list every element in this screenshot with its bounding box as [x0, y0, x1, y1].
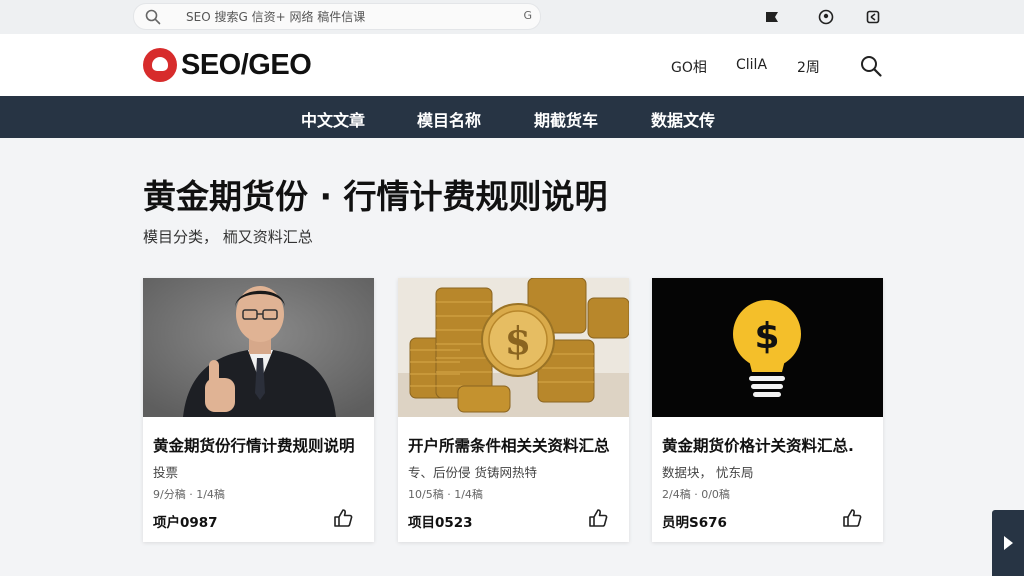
card-title[interactable]: 黄金期货份行情计费规则说明	[153, 434, 355, 456]
nav-item-4[interactable]: 数据文传	[651, 107, 715, 131]
card-title[interactable]: 黄金期货价格计关资料汇总.	[662, 434, 854, 456]
page-title: 黄金期货份 · 行情计费规则说明	[143, 177, 608, 216]
card-id: 项户0987	[153, 515, 218, 531]
top-utility-bar: SEO 搜索G 信资+ 网络 稿件信课 G	[0, 0, 1024, 34]
share-icon[interactable]	[864, 8, 882, 26]
top-search-suffix: G	[523, 9, 532, 22]
card-date: 9/分稿 · 1/4稿	[153, 488, 225, 501]
card-image-businessman	[143, 278, 374, 417]
nav-item-3[interactable]: 期截货车	[534, 107, 598, 131]
nav-item-2[interactable]: 模目名称	[417, 107, 481, 131]
next-page-button[interactable]	[992, 510, 1024, 576]
top-search-text: SEO 搜索G 信资+ 网络 稿件信课	[186, 10, 366, 24]
svg-text:$: $	[505, 318, 531, 363]
header-link-3[interactable]: 2周	[797, 57, 820, 77]
flag-icon[interactable]	[763, 8, 781, 26]
main-nav: 中文文章 模目名称 期截货车 数据文传	[0, 96, 1024, 138]
svg-text:$: $	[754, 316, 779, 357]
card-image-lightbulb: $	[652, 278, 883, 417]
header-link-2[interactable]: ClilA	[736, 57, 767, 73]
thumbs-up-icon[interactable]	[841, 507, 863, 529]
article-card[interactable]: $ 开户所需条件相关关资料汇总 专、后份侵 货铸网热特 10/5稿 · 1/4稿…	[398, 278, 629, 542]
header-search-icon[interactable]	[859, 54, 883, 78]
card-id: 员明S676	[662, 515, 727, 531]
card-tags: 数据块， 忧东局	[662, 465, 754, 480]
thumbs-up-icon[interactable]	[332, 507, 354, 529]
card-image-gold-coins: $	[398, 278, 629, 417]
search-icon	[145, 9, 161, 25]
page-subtitle: 模目分类， 栭又资料汇总	[143, 228, 313, 246]
nav-item-1[interactable]: 中文文章	[301, 107, 365, 131]
thumbs-up-icon[interactable]	[587, 507, 609, 529]
card-id: 项目0523	[408, 515, 473, 531]
top-search-box[interactable]: SEO 搜索G 信资+ 网络 稿件信课 G	[134, 4, 540, 29]
site-header: SEO/GEO GO相 ClilA 2周	[0, 34, 1024, 96]
logo-text: SEO/GEO	[181, 48, 312, 81]
article-card[interactable]: 黄金期货份行情计费规则说明 投票 9/分稿 · 1/4稿 项户0987	[143, 278, 374, 542]
site-logo[interactable]: SEO/GEO	[143, 47, 312, 83]
card-date: 2/4稿 · 0/0稿	[662, 488, 730, 501]
article-card[interactable]: $ 黄金期货价格计关资料汇总. 数据块， 忧东局 2/4稿 · 0/0稿 员明S…	[652, 278, 883, 542]
card-tags: 专、后份侵 货铸网热特	[408, 465, 537, 480]
user-circle-icon[interactable]	[817, 8, 835, 26]
card-title[interactable]: 开户所需条件相关关资料汇总	[408, 434, 610, 456]
logo-mark-icon	[143, 48, 177, 82]
card-tags: 投票	[153, 465, 179, 480]
header-link-1[interactable]: GO相	[671, 57, 707, 77]
card-date: 10/5稿 · 1/4稿	[408, 488, 483, 501]
chevron-right-icon	[1004, 536, 1013, 550]
